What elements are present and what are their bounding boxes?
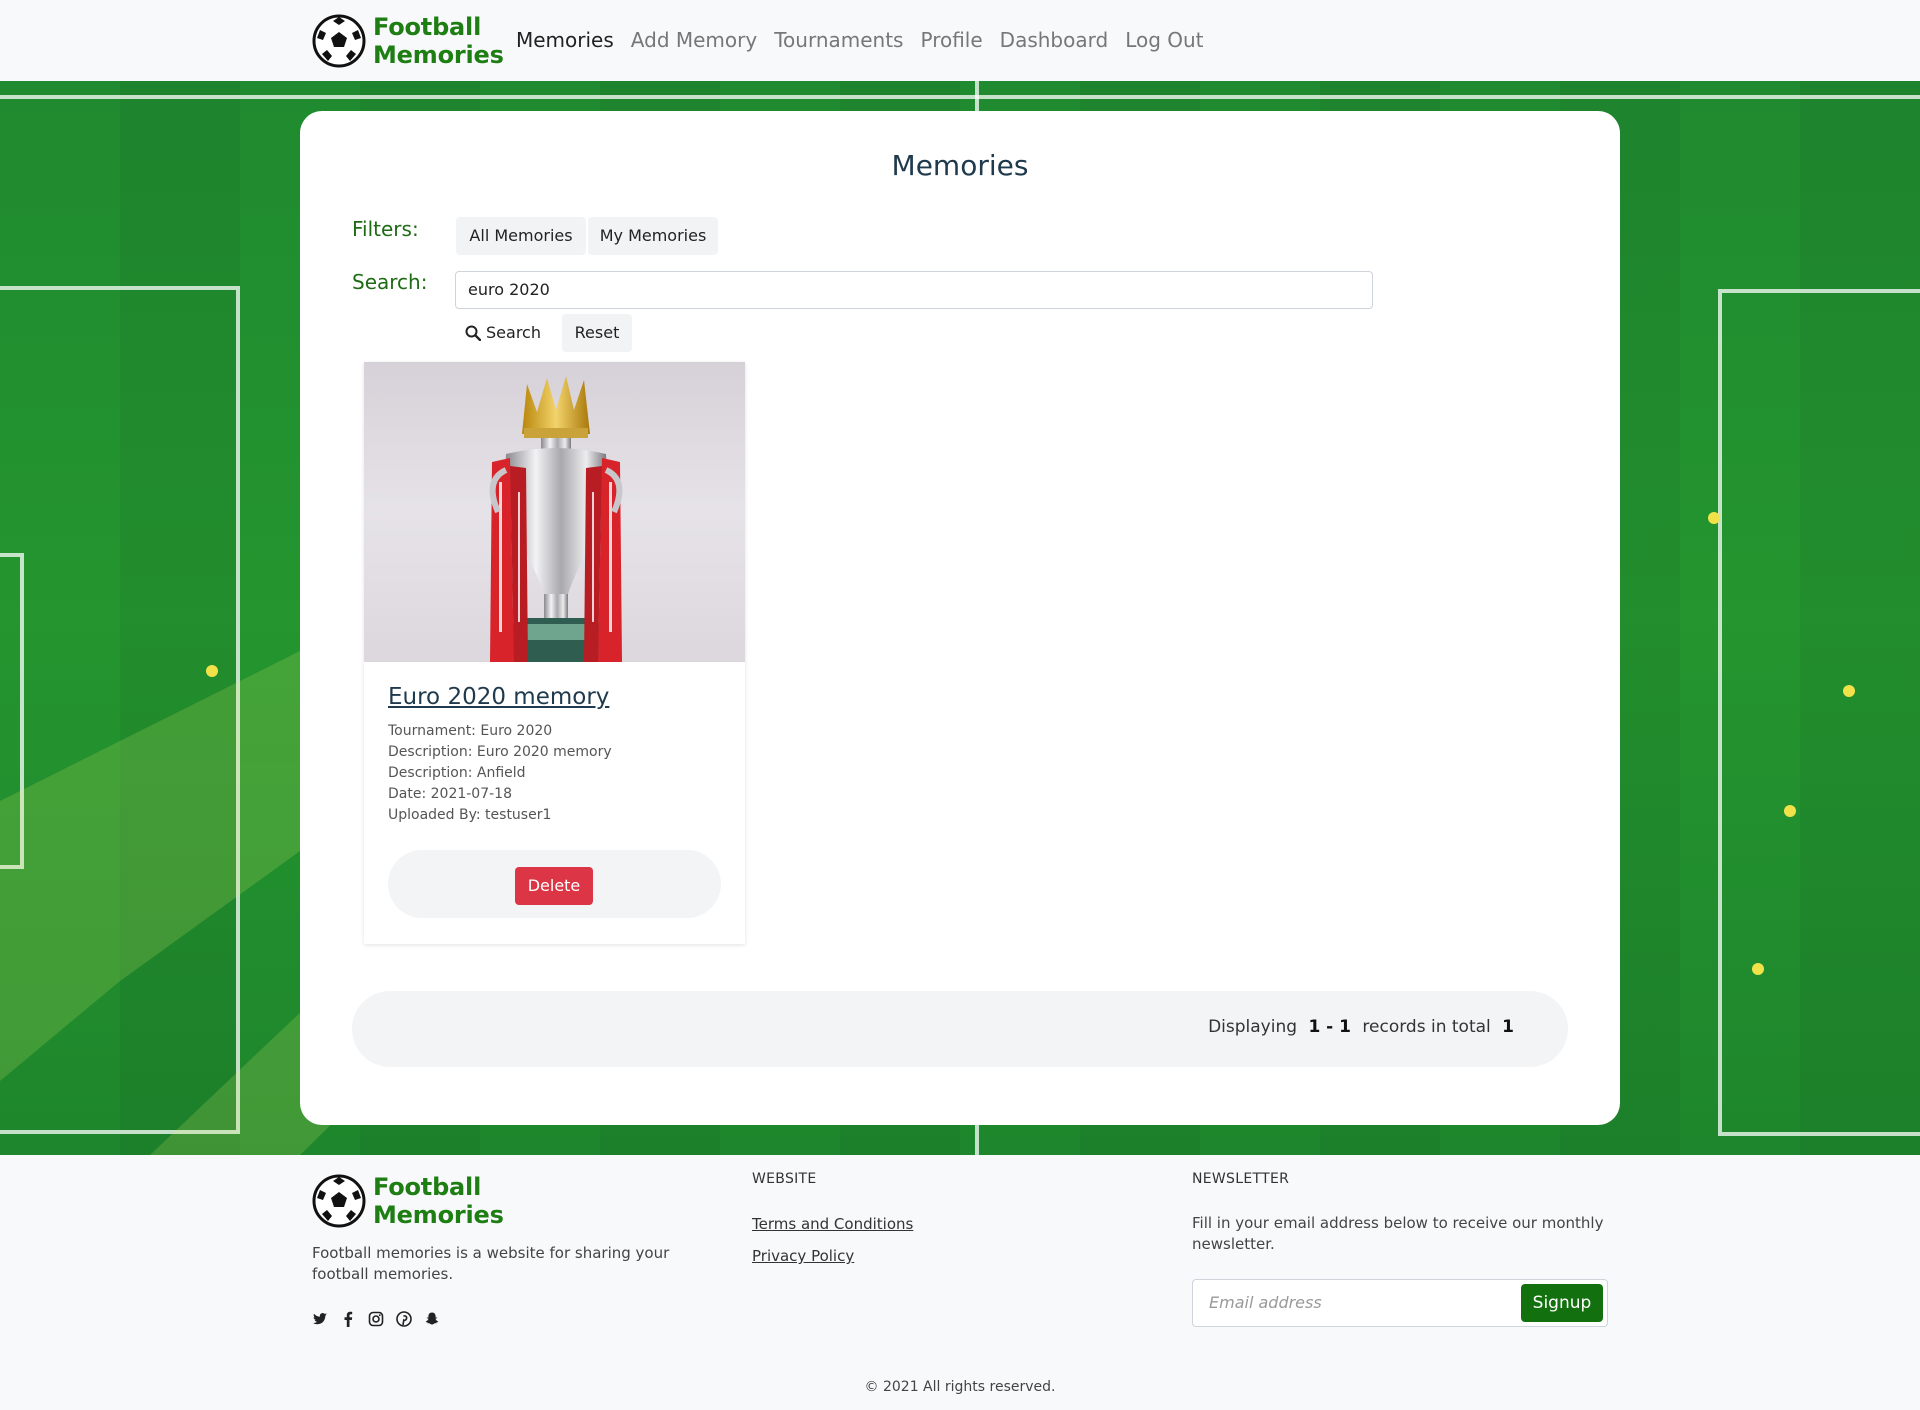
terms-link[interactable]: Terms and Conditions [752, 1215, 913, 1233]
pagination-prefix: Displaying [1208, 1017, 1298, 1037]
facebook-icon[interactable] [340, 1311, 356, 1327]
nav-add-memory[interactable]: Add Memory [631, 26, 757, 54]
search-input[interactable]: euro 2020 [455, 271, 1373, 309]
email-input[interactable]: Email address [1209, 1293, 1322, 1312]
reset-button[interactable]: Reset [562, 314, 632, 352]
snapchat-icon[interactable] [424, 1311, 440, 1327]
memory-card: Euro 2020 memory Tournament: Euro 2020 D… [364, 362, 745, 944]
all-memories-button[interactable]: All Memories [456, 217, 586, 255]
search-icon [465, 325, 482, 341]
brand-line-1: Football [373, 13, 482, 41]
my-memories-button[interactable]: My Memories [588, 217, 718, 255]
footer-brand-logo[interactable]: Football Memories [312, 1173, 504, 1229]
memory-title-link[interactable]: Euro 2020 memory [388, 684, 609, 710]
nav-log-out[interactable]: Log Out [1125, 26, 1203, 54]
newsletter-heading: NEWSLETTER [1192, 1171, 1290, 1187]
signup-button[interactable]: Signup [1521, 1284, 1603, 1322]
newsletter-form: Email address Signup [1192, 1279, 1608, 1327]
football-icon [312, 14, 366, 68]
search-button-label: Search [486, 323, 541, 342]
memory-tournament: Tournament: Euro 2020 [388, 723, 553, 739]
footer-brand-name: Football Memories [373, 1173, 504, 1229]
memory-uploader: Uploaded By: testuser1 [388, 807, 552, 823]
memory-details: Tournament: Euro 2020 Description: Euro … [388, 721, 612, 826]
pagination-range: 1 - 1 [1308, 1017, 1351, 1037]
brand-logo[interactable]: Football Memories [312, 13, 504, 69]
newsletter-text: Fill in your email address below to rece… [1192, 1214, 1604, 1253]
memories-panel: Memories Filters: All Memories My Memori… [300, 111, 1620, 1125]
memory-image [364, 362, 745, 662]
brand-name: Football Memories [373, 13, 504, 69]
nav-memories[interactable]: Memories [516, 26, 614, 54]
pagination-summary: Displaying 1 - 1 records in total 1 [1208, 1017, 1520, 1037]
page-title: Memories [891, 149, 1029, 182]
footer: Football Memories Football memories is a… [0, 1155, 1920, 1410]
nav-profile[interactable]: Profile [920, 26, 982, 54]
social-links [312, 1311, 440, 1327]
search-button[interactable]: Search [455, 314, 551, 352]
nav-tournaments[interactable]: Tournaments [774, 26, 903, 54]
filters-label: Filters: [352, 217, 419, 241]
delete-button[interactable]: Delete [515, 867, 593, 905]
website-heading: WEBSITE [752, 1171, 817, 1187]
pagination-total: 1 [1502, 1017, 1514, 1037]
brand-line-2: Memories [373, 41, 504, 69]
memory-location: Description: Anfield [388, 765, 526, 781]
memory-date: Date: 2021-07-18 [388, 786, 512, 802]
memory-description: Description: Euro 2020 memory [388, 744, 612, 760]
memory-card-footer: Delete [388, 850, 721, 918]
main-nav: Memories Add Memory Tournaments Profile … [516, 26, 1204, 54]
search-label: Search: [352, 270, 428, 294]
twitter-icon[interactable] [312, 1311, 328, 1327]
footer-brand-line-1: Football [373, 1173, 482, 1201]
football-icon [312, 1174, 366, 1228]
premier-league-trophy-icon [489, 376, 623, 662]
navbar: Football Memories Memories Add Memory To… [0, 0, 1920, 81]
instagram-icon[interactable] [368, 1311, 384, 1327]
nav-dashboard[interactable]: Dashboard [1000, 26, 1109, 54]
pagination-middle: records in total [1362, 1017, 1491, 1037]
pagination-bar: Displaying 1 - 1 records in total 1 [352, 991, 1568, 1067]
pinterest-icon[interactable] [396, 1311, 412, 1327]
privacy-link[interactable]: Privacy Policy [752, 1247, 854, 1265]
footer-description: Football memories is a website for shari… [312, 1244, 670, 1283]
footer-brand-line-2: Memories [373, 1201, 504, 1229]
copyright: © 2021 All rights reserved. [864, 1379, 1056, 1395]
